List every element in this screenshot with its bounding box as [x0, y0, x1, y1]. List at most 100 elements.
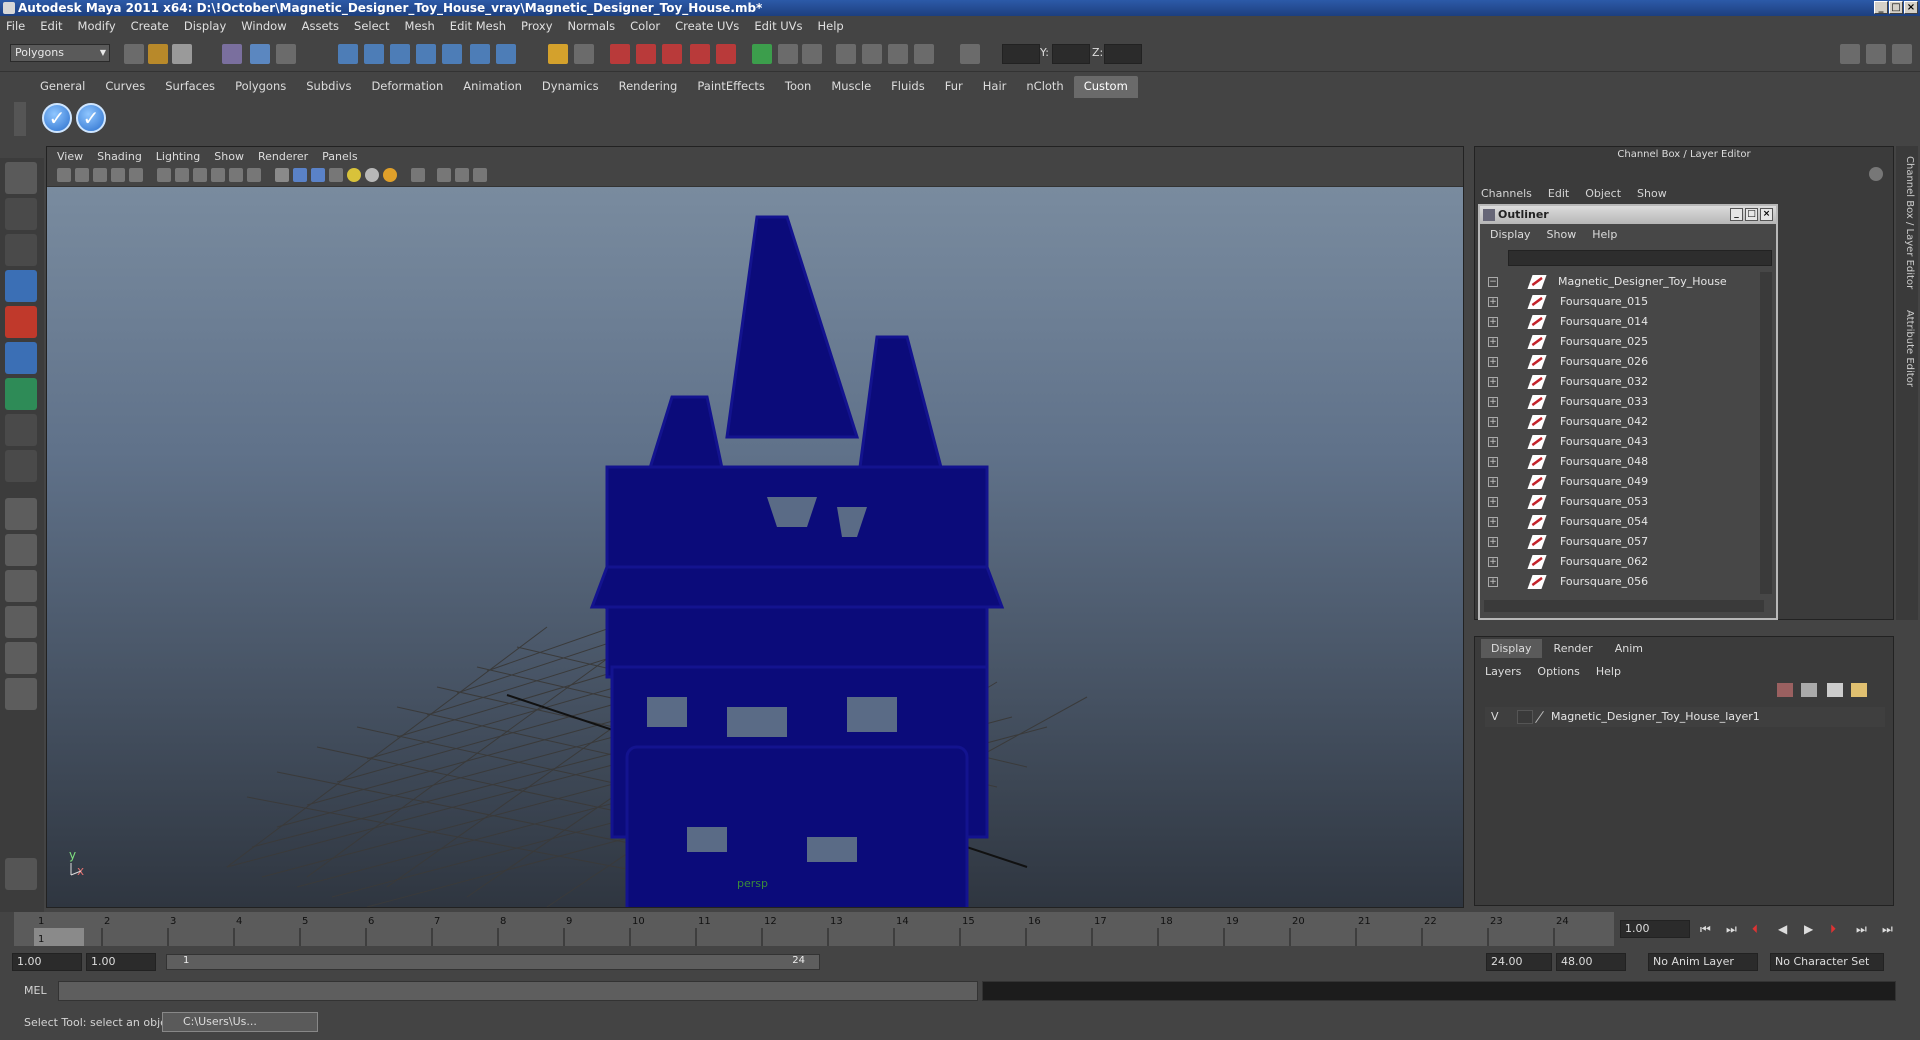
snap-point-icon[interactable]	[390, 44, 410, 64]
layout-custom-icon[interactable]	[5, 678, 37, 710]
select-hierarchy-icon[interactable]	[222, 44, 242, 64]
expand-icon[interactable]: +	[1488, 337, 1498, 347]
outliner-minimize-button[interactable]: _	[1730, 208, 1743, 221]
y-field[interactable]	[1052, 44, 1090, 64]
expand-icon[interactable]: +	[1488, 297, 1498, 307]
menu-file[interactable]: File	[6, 19, 25, 33]
render-settings-icon[interactable]	[662, 44, 682, 64]
camera-select-icon[interactable]	[57, 168, 71, 182]
channel-box-options-icon[interactable]	[1869, 167, 1883, 181]
open-scene-icon[interactable]	[148, 44, 168, 64]
xray-icon[interactable]	[437, 168, 451, 182]
rotate-tool-icon[interactable]	[5, 306, 37, 338]
tab-muscle[interactable]: Muscle	[821, 76, 881, 98]
tab-painteffects[interactable]: PaintEffects	[687, 76, 775, 98]
expand-icon[interactable]: +	[1488, 457, 1498, 467]
layout-single-icon[interactable]	[5, 498, 37, 530]
outliner-filter-input[interactable]	[1508, 250, 1772, 266]
wireframe-on-shaded-icon[interactable]	[311, 168, 325, 182]
expand-icon[interactable]: +	[1488, 437, 1498, 447]
perspective-viewport[interactable]: View Shading Lighting Show Renderer Pane…	[46, 146, 1464, 908]
layer-options-icon[interactable]	[1827, 683, 1843, 697]
tab-toon[interactable]: Toon	[775, 76, 821, 98]
layout-outliner-icon[interactable]	[5, 570, 37, 602]
expand-icon[interactable]: +	[1488, 577, 1498, 587]
cb-menu-edit[interactable]: Edit	[1548, 187, 1569, 200]
expand-icon[interactable]: +	[1488, 497, 1498, 507]
hud-icon[interactable]	[473, 168, 487, 182]
character-set-select[interactable]: No Character Set	[1770, 953, 1884, 971]
field-chart-icon[interactable]	[211, 168, 225, 182]
custom-check-icon[interactable]: ✓	[42, 103, 72, 133]
le-menu-help[interactable]: Help	[1596, 665, 1621, 678]
menu-proxy[interactable]: Proxy	[521, 19, 553, 33]
layer-color-swatch[interactable]	[1535, 710, 1544, 724]
tab-hair[interactable]: Hair	[973, 76, 1017, 98]
anim-layer-select[interactable]: No Anim Layer	[1648, 953, 1758, 971]
show-manipulator-icon[interactable]	[5, 450, 37, 482]
current-frame-field[interactable]: 1.00	[1620, 920, 1690, 938]
outliner-horizontal-scrollbar[interactable]	[1484, 600, 1764, 612]
outliner-item[interactable]: + Foursquare_033	[1484, 392, 1762, 412]
layer-visibility-toggle[interactable]: V	[1491, 707, 1499, 727]
start-time-field[interactable]: 1.00	[12, 953, 82, 971]
display-icon[interactable]	[862, 44, 882, 64]
attribute-editor-vtab[interactable]: Attribute Editor	[1899, 310, 1915, 387]
outliner-item[interactable]: + Foursquare_053	[1484, 492, 1762, 512]
outliner-menu-display[interactable]: Display	[1490, 228, 1531, 241]
cb-menu-object[interactable]: Object	[1585, 187, 1621, 200]
tab-general[interactable]: General	[30, 76, 95, 98]
go-to-start-icon[interactable]: ⏮	[1700, 922, 1711, 937]
default-light-icon[interactable]	[347, 168, 361, 182]
layout-four-icon[interactable]	[5, 534, 37, 566]
save-scene-icon[interactable]	[172, 44, 192, 64]
tab-animation[interactable]: Animation	[453, 76, 532, 98]
tab-surfaces[interactable]: Surfaces	[155, 76, 225, 98]
go-to-end-icon[interactable]: ⏭	[1882, 922, 1893, 937]
bookmark-icon[interactable]	[93, 168, 107, 182]
snap-curve-icon[interactable]	[364, 44, 384, 64]
display-layer-row[interactable]: V Magnetic_Designer_Toy_House_layer1	[1485, 707, 1885, 727]
menu-edit[interactable]: Edit	[40, 19, 62, 33]
manipulator-tool-icon[interactable]	[5, 378, 37, 410]
outliner-item[interactable]: + Foursquare_054	[1484, 512, 1762, 532]
resolution-gate-icon[interactable]	[175, 168, 189, 182]
step-back-key-icon[interactable]: ⏭	[1726, 922, 1737, 937]
shelf-menu-icon[interactable]	[14, 102, 26, 136]
expand-icon[interactable]: +	[1488, 537, 1498, 547]
snap-live-icon[interactable]	[442, 44, 462, 64]
menu-help[interactable]: Help	[818, 19, 844, 33]
outliner-item[interactable]: + Foursquare_025	[1484, 332, 1762, 352]
tab-display[interactable]: Display	[1481, 639, 1542, 658]
playback-end-field[interactable]: 24.00	[1486, 953, 1552, 971]
snap-plane-icon[interactable]	[416, 44, 436, 64]
outliner-item[interactable]: + Foursquare_032	[1484, 372, 1762, 392]
outliner-item[interactable]: + Foursquare_014	[1484, 312, 1762, 332]
select-tool-icon[interactable]	[5, 162, 37, 194]
tab-rendering[interactable]: Rendering	[609, 76, 688, 98]
render-icon[interactable]	[610, 44, 630, 64]
close-button[interactable]: ×	[1904, 1, 1918, 14]
playback-start-field[interactable]: 1.00	[86, 953, 156, 971]
outliner-item[interactable]: + Foursquare_043	[1484, 432, 1762, 452]
tab-deformation[interactable]: Deformation	[361, 76, 453, 98]
vp-menu-lighting[interactable]: Lighting	[156, 150, 200, 163]
lasso-tool-icon[interactable]	[5, 198, 37, 230]
select-object-icon[interactable]	[250, 44, 270, 64]
outliner-item[interactable]: + Foursquare_057	[1484, 532, 1762, 552]
all-lights-icon[interactable]	[365, 168, 379, 182]
expand-icon[interactable]: +	[1488, 377, 1498, 387]
vp-menu-renderer[interactable]: Renderer	[258, 150, 308, 163]
step-back-frame-icon[interactable]: ⏴	[1752, 922, 1758, 937]
edit-icon[interactable]	[802, 44, 822, 64]
menu-display[interactable]: Display	[184, 19, 226, 33]
menu-color[interactable]: Color	[630, 19, 660, 33]
expand-icon[interactable]: +	[1488, 357, 1498, 367]
menu-set-select[interactable]: Polygons	[10, 44, 110, 62]
cb-menu-channels[interactable]: Channels	[1481, 187, 1532, 200]
expand-icon[interactable]: +	[1488, 317, 1498, 327]
x-field[interactable]	[1002, 44, 1040, 64]
play-backwards-icon[interactable]: ◀	[1778, 922, 1787, 936]
wireframe-icon[interactable]	[275, 168, 289, 182]
tab-dynamics[interactable]: Dynamics	[532, 76, 609, 98]
